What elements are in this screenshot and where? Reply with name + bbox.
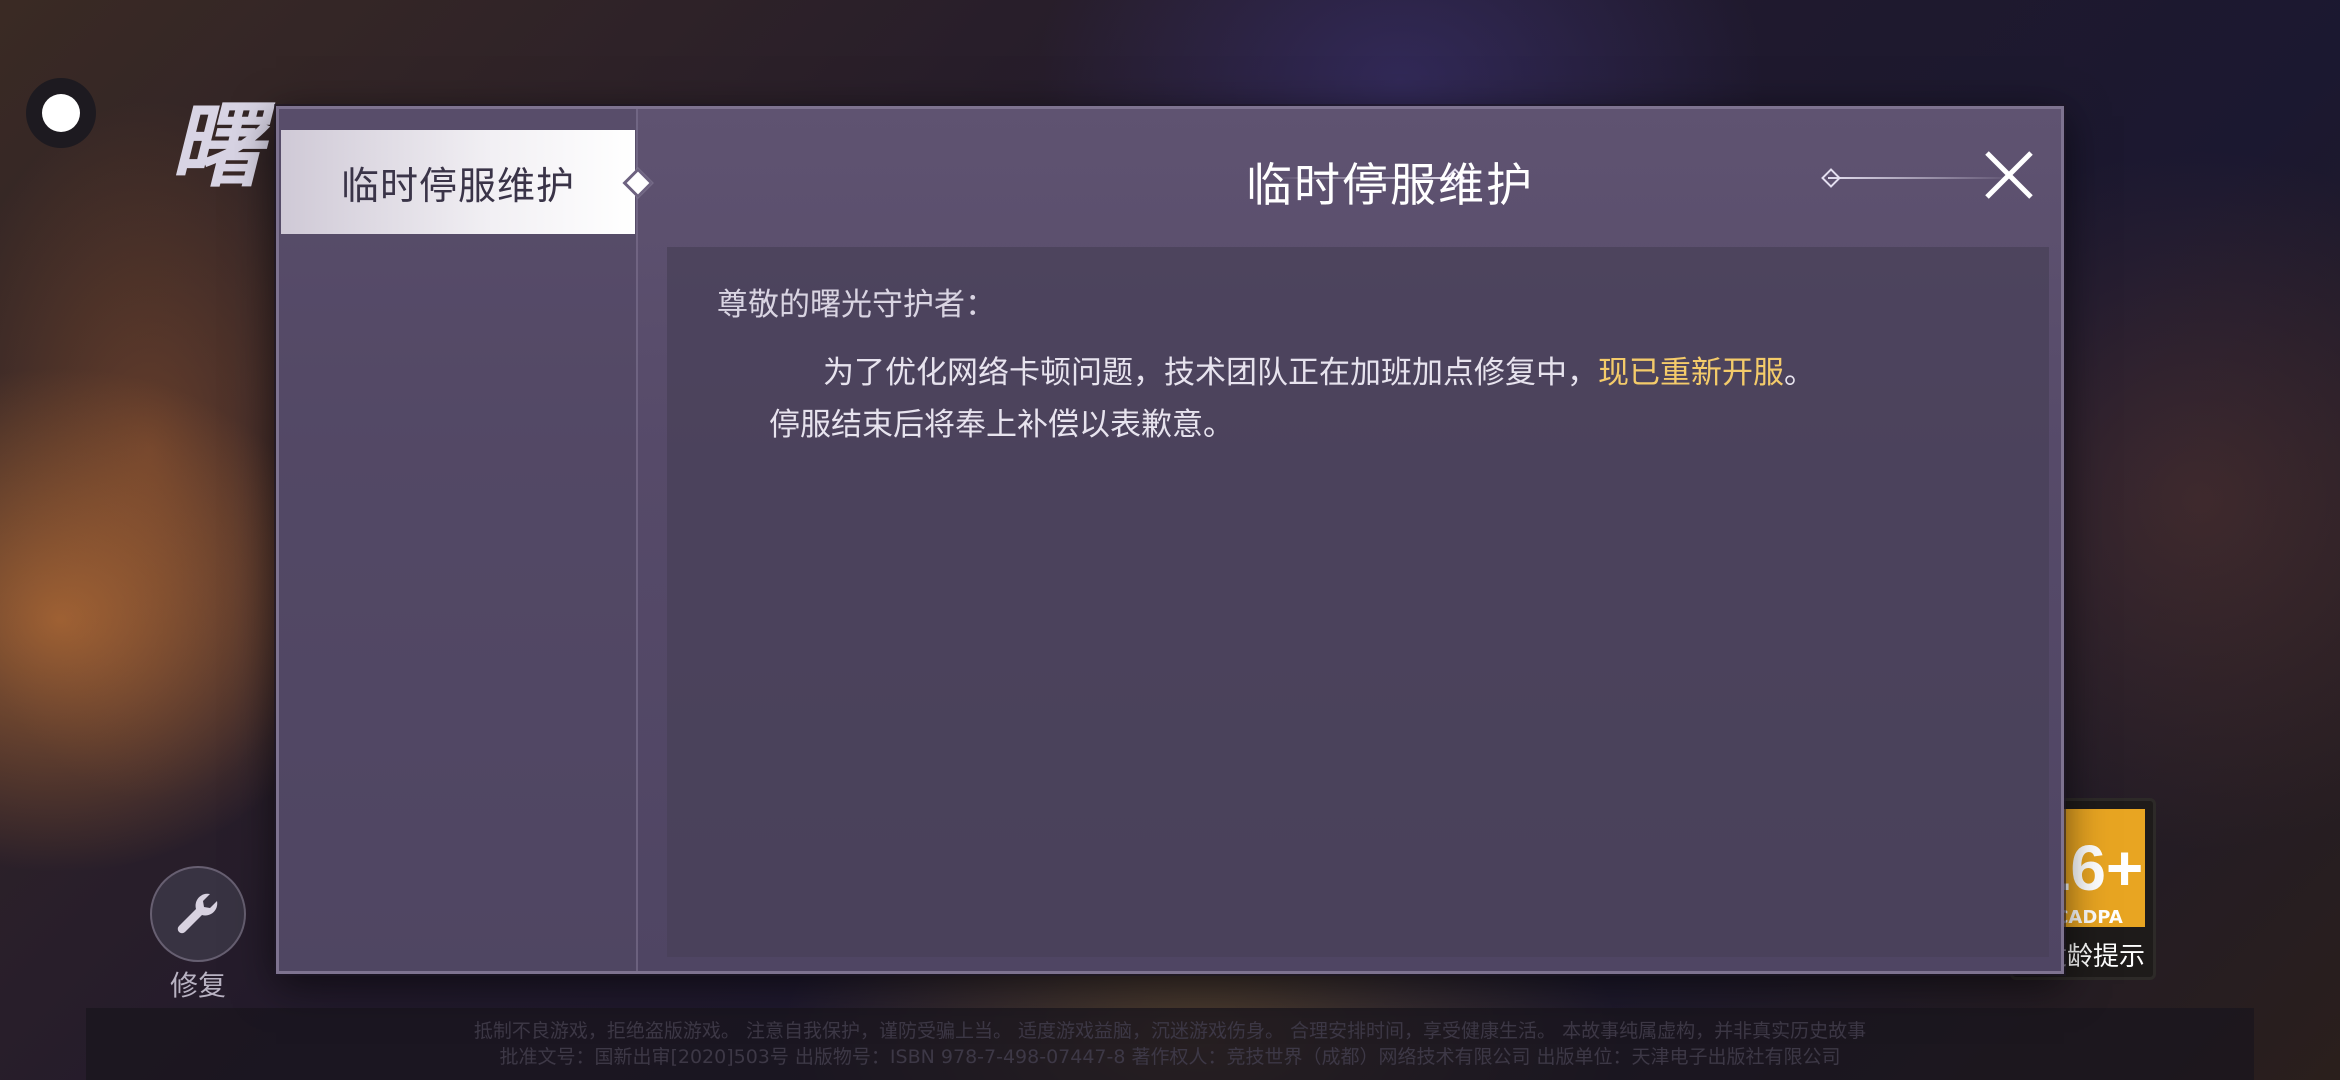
game-logo: 曙 xyxy=(170,92,265,200)
tab-label: 临时停服维护 xyxy=(340,163,575,208)
announcement-paragraph-2: 停服结束后将奉上补偿以表歉意。 xyxy=(769,407,1234,443)
close-button[interactable] xyxy=(1979,145,2039,205)
dialog-header: 临时停服维护 xyxy=(636,109,2064,239)
reopened-highlight: 现已重新开服 xyxy=(1598,355,1784,391)
repair-button[interactable]: 修复 xyxy=(150,866,246,1004)
legal-footer-line2: 批准文号：国新出审[2020]503号 出版物号：ISBN 978-7-498-… xyxy=(499,1046,1841,1068)
paragraph-1-text: 为了优化网络卡顿问题，技术团队正在加班加点修复中， xyxy=(823,355,1598,391)
legal-footer: 抵制不良游戏，拒绝盗版游戏。 注意自我保护，谨防受骗上当。 适度游戏益脑，沉迷游… xyxy=(86,1008,2254,1080)
close-icon xyxy=(1985,151,2033,199)
announcement-paragraph-1: 为了优化网络卡顿问题，技术团队正在加班加点修复中，现已重新开服。 xyxy=(823,347,1815,392)
announcement-sidebar: 临时停服维护 xyxy=(279,109,654,971)
wrench-icon xyxy=(150,866,246,962)
paragraph-1-end: 。 xyxy=(1784,355,1815,391)
floating-assistant-button[interactable] xyxy=(26,78,96,148)
repair-label: 修复 xyxy=(169,969,226,1002)
announcement-dialog: 临时停服维护 临时停服维护 尊敬的曙光守护者： 为了优化网络卡顿问题，技术团队正… xyxy=(276,106,2064,974)
dialog-title: 临时停服维护 xyxy=(1246,158,1534,212)
greeting-text: 尊敬的曙光守护者： xyxy=(717,287,996,323)
assistant-dot-icon xyxy=(42,94,80,132)
announcement-content: 尊敬的曙光守护者： 为了优化网络卡顿问题，技术团队正在加班加点修复中，现已重新开… xyxy=(667,247,2049,957)
legal-footer-line1: 抵制不良游戏，拒绝盗版游戏。 注意自我保护，谨防受骗上当。 适度游戏益脑，沉迷游… xyxy=(473,1020,1867,1042)
tab-maintenance-notice[interactable]: 临时停服维护 xyxy=(281,130,654,234)
